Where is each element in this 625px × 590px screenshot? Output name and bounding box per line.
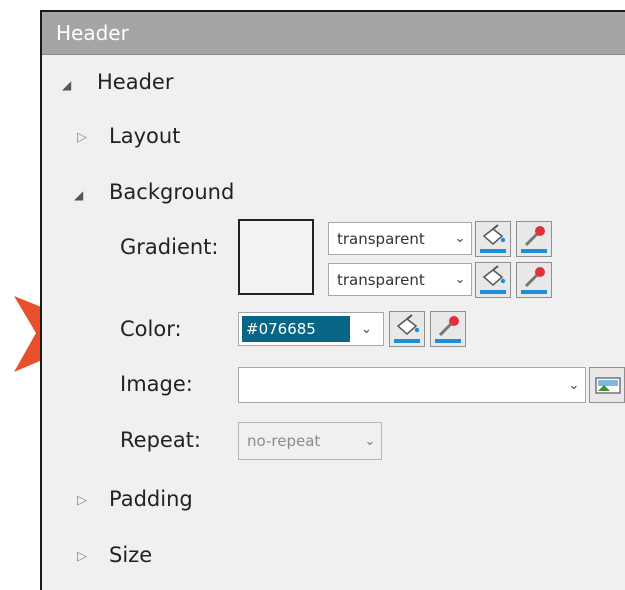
repeat-value: no-repeat — [247, 432, 321, 450]
paint-bucket-icon — [394, 314, 420, 343]
color-value[interactable]: #076685 — [242, 316, 350, 342]
gradient-end-select[interactable]: transparent ⌄ — [328, 263, 472, 296]
repeat-label: Repeat: — [120, 428, 201, 452]
gradient-preview-swatch — [238, 219, 314, 295]
eyedropper-icon — [521, 226, 547, 253]
chevron-down-icon[interactable]: ⌄ — [449, 272, 471, 287]
repeat-select[interactable]: no-repeat ⌄ — [238, 422, 382, 460]
tree-item-padding[interactable]: Padding — [109, 487, 193, 511]
tree-item-header[interactable]: Header — [97, 70, 173, 94]
image-browse-button[interactable] — [589, 367, 625, 403]
eyedropper-icon — [521, 267, 547, 294]
image-select[interactable]: ⌄ — [238, 367, 586, 403]
gradient-end-value: transparent — [337, 270, 425, 289]
color-fill-button[interactable] — [389, 311, 425, 347]
panel-title: Header — [42, 12, 625, 55]
triangle-right-icon[interactable]: ▷ — [77, 549, 87, 564]
triangle-down-icon[interactable]: ◢ — [74, 188, 83, 202]
chevron-down-icon[interactable]: ⌄ — [350, 322, 383, 337]
tree-item-background[interactable]: Background — [109, 180, 234, 204]
image-label: Image: — [120, 372, 193, 396]
color-eyedropper-button[interactable] — [430, 311, 466, 347]
eyedropper-icon — [435, 316, 461, 343]
gradient-end-fill-button[interactable] — [475, 262, 511, 298]
triangle-down-icon[interactable]: ◢ — [62, 78, 71, 92]
chevron-down-icon[interactable]: ⌄ — [449, 231, 471, 246]
color-label: Color: — [120, 317, 182, 341]
chevron-down-icon[interactable]: ⌄ — [563, 378, 585, 393]
gradient-label: Gradient: — [120, 235, 219, 259]
tree-item-size[interactable]: Size — [109, 543, 152, 567]
gradient-end-eyedropper-button[interactable] — [516, 262, 552, 298]
gradient-start-select[interactable]: transparent ⌄ — [328, 222, 472, 255]
triangle-right-icon[interactable]: ▷ — [77, 130, 87, 145]
tree-item-layout[interactable]: Layout — [109, 124, 180, 148]
color-select[interactable]: #076685 ⌄ — [238, 312, 384, 346]
gradient-start-fill-button[interactable] — [475, 221, 511, 257]
image-browse-icon — [595, 377, 621, 394]
paint-bucket-icon — [480, 224, 506, 253]
triangle-right-icon[interactable]: ▷ — [77, 493, 87, 508]
paint-bucket-icon — [480, 265, 506, 294]
gradient-start-eyedropper-button[interactable] — [516, 221, 552, 257]
chevron-down-icon[interactable]: ⌄ — [359, 434, 381, 449]
gradient-start-value: transparent — [337, 229, 425, 248]
